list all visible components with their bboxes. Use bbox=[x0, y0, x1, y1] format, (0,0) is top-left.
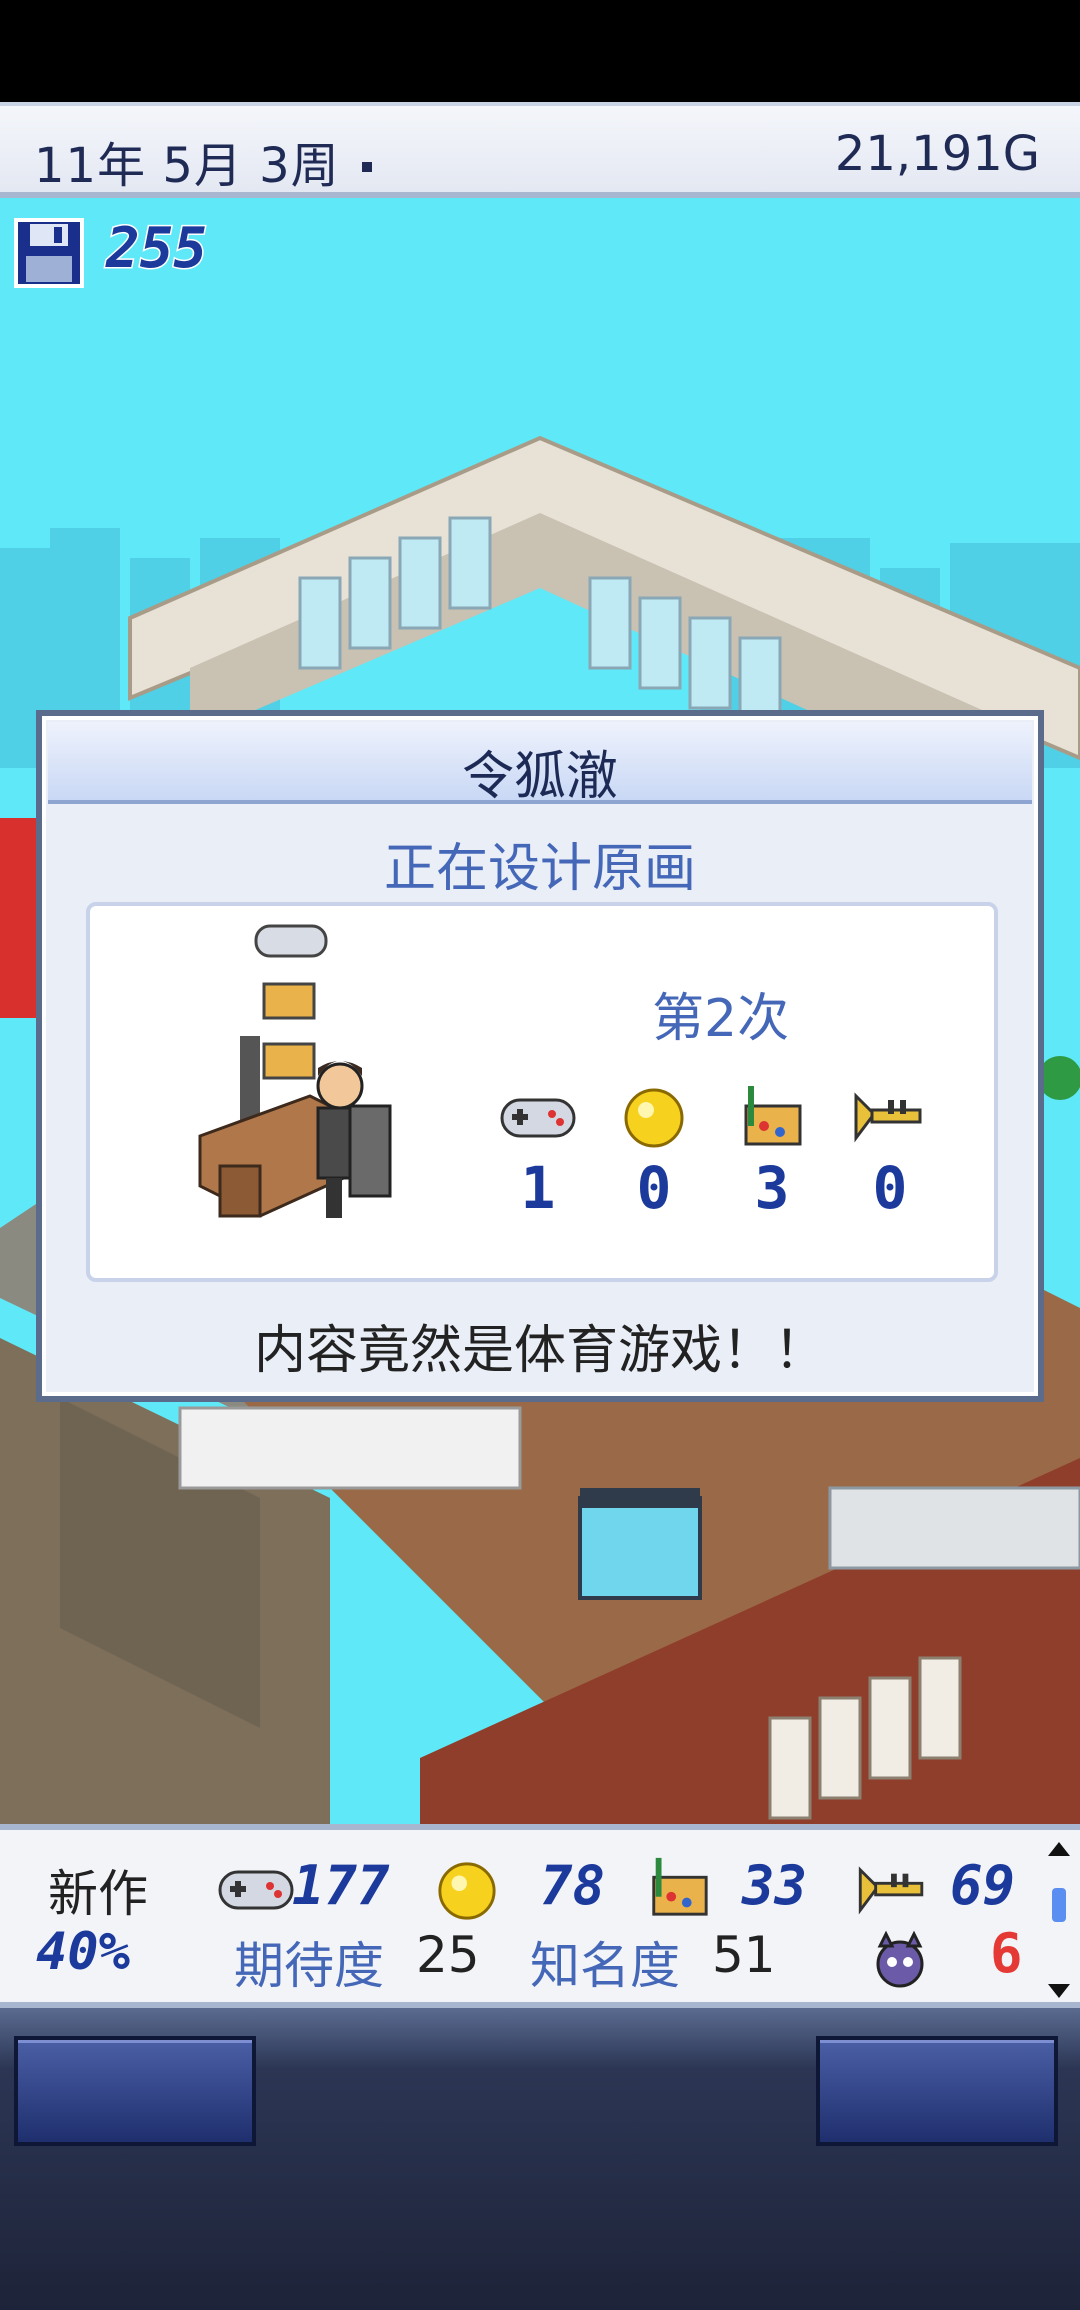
creativity-coin-icon bbox=[624, 1088, 684, 1148]
staff-name: 令狐澈 bbox=[461, 747, 618, 807]
stat-sound-value: 0 bbox=[872, 1153, 909, 1223]
stats-scrollbar[interactable] bbox=[1046, 1840, 1072, 2000]
sound-trumpet-icon bbox=[854, 1092, 922, 1143]
date-money-bar: 11年 5月 3周 21,191G bbox=[0, 102, 1080, 198]
expectation-value: 25 bbox=[416, 1926, 480, 1984]
creativity-total: 78 bbox=[540, 1854, 606, 1917]
save-disk-icon[interactable] bbox=[14, 218, 84, 288]
creativity-coin-icon bbox=[438, 1862, 496, 1920]
stat-creativity-value: 0 bbox=[636, 1153, 673, 1223]
date-label: 11年 5月 3周 bbox=[34, 138, 340, 194]
right-menu-button[interactable] bbox=[816, 2036, 1058, 2146]
date-dot bbox=[362, 162, 372, 172]
status-bar bbox=[0, 0, 1080, 102]
bug-icon bbox=[876, 1930, 924, 1988]
attempt-count: 第2次 bbox=[652, 989, 790, 1049]
sound-total: 69 bbox=[950, 1854, 1016, 1917]
project-stats-panel[interactable]: 新作 40% 177 78 33 69 期待度 25 知名度 51 6 bbox=[0, 1824, 1080, 2008]
dialog-message: 内容竟然是体育游戏！！ bbox=[253, 1321, 826, 1381]
staff-working-illustration bbox=[198, 924, 392, 1218]
fun-total: 177 bbox=[292, 1854, 390, 1917]
graphics-art-icon bbox=[652, 1857, 708, 1916]
expectation-label: 期待度 bbox=[234, 1937, 384, 1995]
graphics-art-icon bbox=[744, 1086, 802, 1146]
dialog-header: 令狐澈 bbox=[48, 722, 1032, 807]
project-progress: 40% bbox=[36, 1922, 130, 1982]
stat-graphics-value: 3 bbox=[754, 1153, 791, 1223]
work-status: 正在设计原画 bbox=[383, 839, 696, 899]
fame-label: 知名度 bbox=[530, 1937, 680, 1995]
stat-fun-value: 1 bbox=[520, 1153, 557, 1223]
money-label: 21,191G bbox=[834, 126, 1040, 182]
new-title-label: 新作 bbox=[48, 1865, 148, 1923]
staff-work-dialog[interactable]: 令狐澈 正在设计原画 第2次 1 0 3 0 内容竟然是体育游戏！！ bbox=[36, 710, 1044, 1402]
scroll-up-icon bbox=[1048, 1842, 1070, 1856]
scroll-down-icon bbox=[1048, 1984, 1070, 1998]
fun-controller-icon bbox=[500, 1098, 576, 1138]
sound-trumpet-icon bbox=[858, 1866, 924, 1915]
graphics-total: 33 bbox=[742, 1854, 808, 1917]
fun-controller-icon bbox=[218, 1870, 294, 1910]
left-menu-button[interactable] bbox=[14, 2036, 256, 2146]
bug-count: 6 bbox=[990, 1922, 1023, 1985]
fame-value: 51 bbox=[712, 1926, 776, 1984]
save-count: 255 bbox=[104, 215, 208, 283]
